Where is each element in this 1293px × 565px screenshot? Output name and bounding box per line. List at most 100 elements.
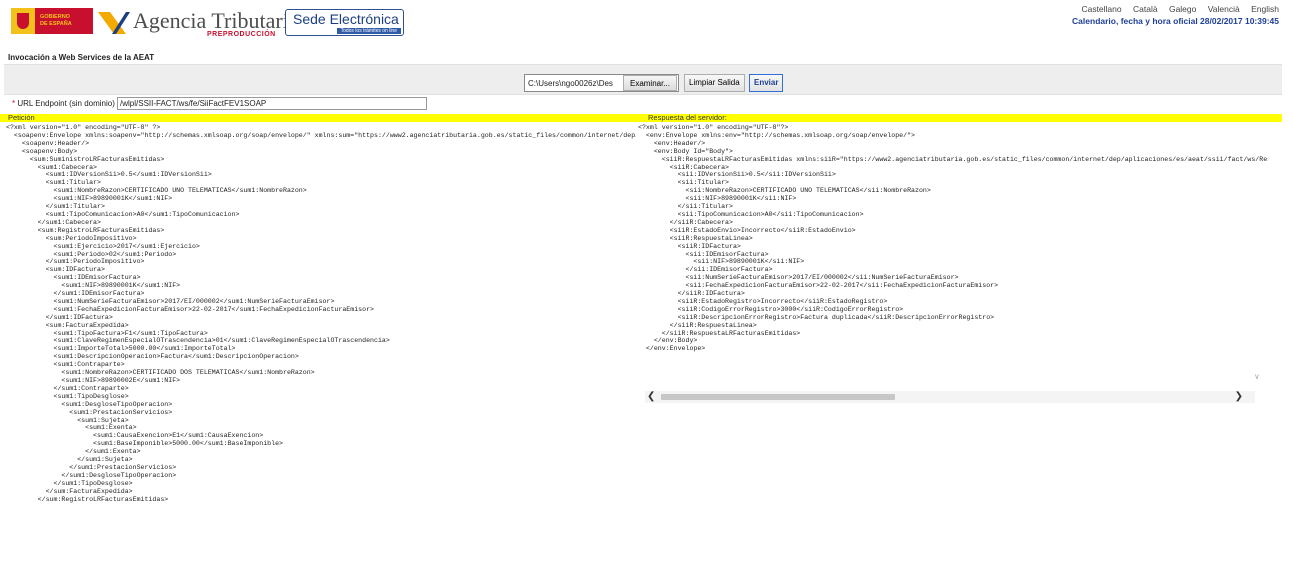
xml-line: <sum1:NIF>89890001K</sum1:NIF> bbox=[6, 282, 181, 290]
xml-line: <sum1:Ejercicio>2017</sum1:Ejercicio> bbox=[6, 242, 200, 250]
xml-line: </siiR:IDFactura> bbox=[638, 290, 745, 298]
xml-line: </env:Envelope> bbox=[638, 345, 706, 353]
xml-line: </sum1:PrestacionServicios> bbox=[6, 463, 177, 471]
xml-line: <sii:FechaExpedicionFacturaEmisor>22-02-… bbox=[638, 282, 999, 290]
language-selector: Castellano Català Galego Valencià Englis… bbox=[1072, 4, 1279, 14]
agencia-tributaria-logo-icon[interactable] bbox=[96, 8, 130, 36]
xml-line: </sum1:TipoDesglose> bbox=[6, 479, 133, 487]
xml-line: <sum1:IDVersionSii>0.5</sum1:IDVersionSi… bbox=[6, 171, 212, 179]
xml-line: <env:Header/> bbox=[638, 139, 706, 147]
lang-castellano[interactable]: Castellano bbox=[1081, 4, 1121, 14]
xml-line: <sum1:Contraparte> bbox=[6, 361, 125, 369]
lang-galego[interactable]: Galego bbox=[1169, 4, 1196, 14]
request-label: Petición bbox=[8, 113, 35, 122]
gobierno-logo-text: GOBIERNO DE ESPAÑA bbox=[35, 8, 93, 34]
xml-line: <sum:SuministroLRFacturasEmitidas> bbox=[6, 155, 165, 163]
page-title: Invocación a Web Services de la AEAT bbox=[8, 53, 155, 62]
xml-line: </sum1:Sujeta> bbox=[6, 456, 133, 464]
xml-line: <sum1:ClaveRegimenEspecialOTrascendencia… bbox=[6, 337, 390, 345]
xml-line: <sum1:DesgloseTipoOperacion> bbox=[6, 400, 173, 408]
xml-line: </sum1:PeriodoImpositivo> bbox=[6, 258, 145, 266]
xml-line: </sum:FacturaExpedida> bbox=[6, 487, 133, 495]
lang-english[interactable]: English bbox=[1251, 4, 1279, 14]
file-path-field[interactable]: C:\Users\ngo0026z\Des bbox=[525, 79, 613, 88]
xml-line: </sum1:Exenta> bbox=[6, 448, 141, 456]
lang-catala[interactable]: Català bbox=[1133, 4, 1158, 14]
xml-line: </siiR:RespuestaLRFacturasEmitidas> bbox=[638, 329, 801, 337]
coat-of-arms-icon bbox=[11, 8, 35, 34]
sede-title: Sede Electrónica bbox=[293, 11, 399, 27]
browse-button[interactable]: Examinar... bbox=[622, 75, 677, 91]
xml-line: <siiR:EstadoRegistro>Incorrecto</siiR:Es… bbox=[638, 297, 888, 305]
xml-line: <sum1:BaseImponible>5000.00</sum1:BaseIm… bbox=[6, 440, 283, 448]
xml-line: <sii:TipoComunicacion>A0</sii:TipoComuni… bbox=[638, 210, 864, 218]
xml-line: </env:Body> bbox=[638, 337, 698, 345]
xml-line: <sum:IDFactura> bbox=[6, 266, 105, 274]
xml-line: <sii:NumSerieFacturaEmisor>2017/EI/00000… bbox=[638, 274, 959, 282]
xml-line: <sum1:NumSerieFacturaEmisor>2017/EI/0000… bbox=[6, 297, 335, 305]
page-header: GOBIERNO DE ESPAÑA Agencia Tributaria PR… bbox=[0, 0, 1293, 44]
xml-line: <soapenv:Header/> bbox=[6, 139, 90, 147]
xml-line: <env:Envelope xmlns:env="http://schemas.… bbox=[638, 131, 915, 139]
scroll-left-icon[interactable]: ❮ bbox=[647, 391, 655, 403]
xml-line: </siiR:Cabecera> bbox=[638, 218, 733, 226]
xml-line: <env:Body Id="Body"> bbox=[638, 147, 733, 155]
xml-line: <sum1:NombreRazon>CERTIFICADO DOS TELEMA… bbox=[6, 369, 315, 377]
request-xml-pane[interactable]: <?xml version="1.0" encoding="UTF-8" ?> … bbox=[6, 124, 636, 565]
xml-line: <sii:NIF>89890001K</sii:NIF> bbox=[638, 195, 797, 203]
xml-line: <sum1:Sujeta> bbox=[6, 416, 129, 424]
xml-line: <sum1:PrestacionServicios> bbox=[6, 408, 173, 416]
response-horizontal-scrollbar[interactable]: ❮ ❯ bbox=[645, 391, 1255, 403]
xml-line: </sum1:Titular> bbox=[6, 203, 105, 211]
xml-line: </siiR:RespuestaLinea> bbox=[638, 321, 757, 329]
scrollbar-thumb[interactable] bbox=[661, 394, 895, 400]
xml-line: <sum1:NIF>89890001K</sum1:NIF> bbox=[6, 195, 173, 203]
gobierno-logo[interactable]: GOBIERNO DE ESPAÑA bbox=[11, 8, 93, 34]
scroll-down-icon[interactable]: ∨ bbox=[1254, 372, 1260, 381]
endpoint-url-input[interactable] bbox=[117, 97, 427, 110]
xml-line: </sum1:IDEmisorFactura> bbox=[6, 290, 145, 298]
endpoint-label: * URL Endpoint (sin dominio) bbox=[12, 99, 115, 108]
xml-line: <sum1:TipoDesglose> bbox=[6, 392, 129, 400]
xml-line: <sum1:DescripcionOperacion>Factura</sum1… bbox=[6, 353, 299, 361]
xml-line: <sum1:IDEmisorFactura> bbox=[6, 274, 141, 282]
xml-line: <sum1:Cabecera> bbox=[6, 163, 98, 171]
xml-line: <?xml version="1.0" encoding="UTF-8" ?> bbox=[6, 124, 161, 131]
xml-line: <sii:Titular> bbox=[638, 179, 730, 187]
xml-line: <sum1:NombreRazon>CERTIFICADO UNO TELEMA… bbox=[6, 187, 307, 195]
toolbar: C:\Users\ngo0026z\Des Examinar... Limpia… bbox=[4, 64, 1282, 95]
scroll-right-icon[interactable]: ❯ bbox=[1235, 391, 1243, 403]
xml-line: <soapenv:Body> bbox=[6, 147, 78, 155]
xml-line: <soapenv:Envelope xmlns:soapenv="http://… bbox=[13, 131, 636, 139]
clear-output-button[interactable]: Limpiar Salida bbox=[684, 74, 745, 92]
xml-line: </sii:IDEmisorFactura> bbox=[638, 266, 773, 274]
environment-label: PREPRODUCCIÓN bbox=[207, 31, 276, 38]
lang-valencia[interactable]: Valencià bbox=[1208, 4, 1240, 14]
file-picker[interactable]: C:\Users\ngo0026z\Des Examinar... bbox=[524, 74, 679, 92]
xml-line: <sum1:ImporteTotal>5000.00</sum1:Importe… bbox=[6, 345, 236, 353]
xml-line: <sii:NombreRazon>CERTIFICADO UNO TELEMAT… bbox=[638, 187, 931, 195]
sede-electronica-link[interactable]: Sede Electrónica Todos los trámites on l… bbox=[285, 9, 404, 36]
xml-line: <sum1:Periodo>02</sum1:Periodo> bbox=[6, 250, 177, 258]
xml-line: </sum1:Contraparte> bbox=[6, 384, 129, 392]
xml-line: <sum1:TipoComunicacion>A0</sum1:TipoComu… bbox=[6, 210, 240, 218]
panel-header-bar bbox=[0, 114, 1282, 122]
xml-line: <siiR:IDFactura> bbox=[638, 242, 741, 250]
response-xml-pane[interactable]: <?xml version="1.0" encoding="UTF-8"?> <… bbox=[638, 124, 1268, 389]
xml-line: <siiR:DescripcionErrorRegistro>Factura d… bbox=[638, 313, 995, 321]
xml-line: <sum1:CausaExencion>E1</sum1:CausaExenci… bbox=[6, 432, 264, 440]
official-datetime-link[interactable]: Calendario, fecha y hora oficial 28/02/2… bbox=[1072, 16, 1279, 26]
xml-line: </sum1:IDFactura> bbox=[6, 313, 113, 321]
send-button[interactable]: Enviar bbox=[749, 74, 784, 92]
xml-line: <?xml version="1.0" encoding="UTF-8"?> bbox=[638, 124, 789, 131]
xml-line: </sum1:Cabecera> bbox=[6, 218, 101, 226]
xml-line: </sum:RegistroLRFacturasEmitidas> bbox=[6, 495, 169, 503]
xml-line: <sum1:Exenta> bbox=[6, 424, 137, 432]
xml-line: <siiR:CodigoErrorRegistro>3000</siiR:Cod… bbox=[638, 305, 904, 313]
xml-line: <sum:FacturaExpedida> bbox=[6, 321, 129, 329]
endpoint-label-text: URL Endpoint (sin dominio) bbox=[17, 99, 115, 108]
xml-line: </sum1:DesgloseTipoOperacion> bbox=[6, 471, 177, 479]
xml-line: <sum:RegistroLRFacturasEmitidas> bbox=[6, 226, 165, 234]
xml-line: <siiR:RespuestaLRFacturasEmitidas xmlns:… bbox=[661, 155, 1268, 163]
xml-line: </sii:Titular> bbox=[638, 203, 733, 211]
